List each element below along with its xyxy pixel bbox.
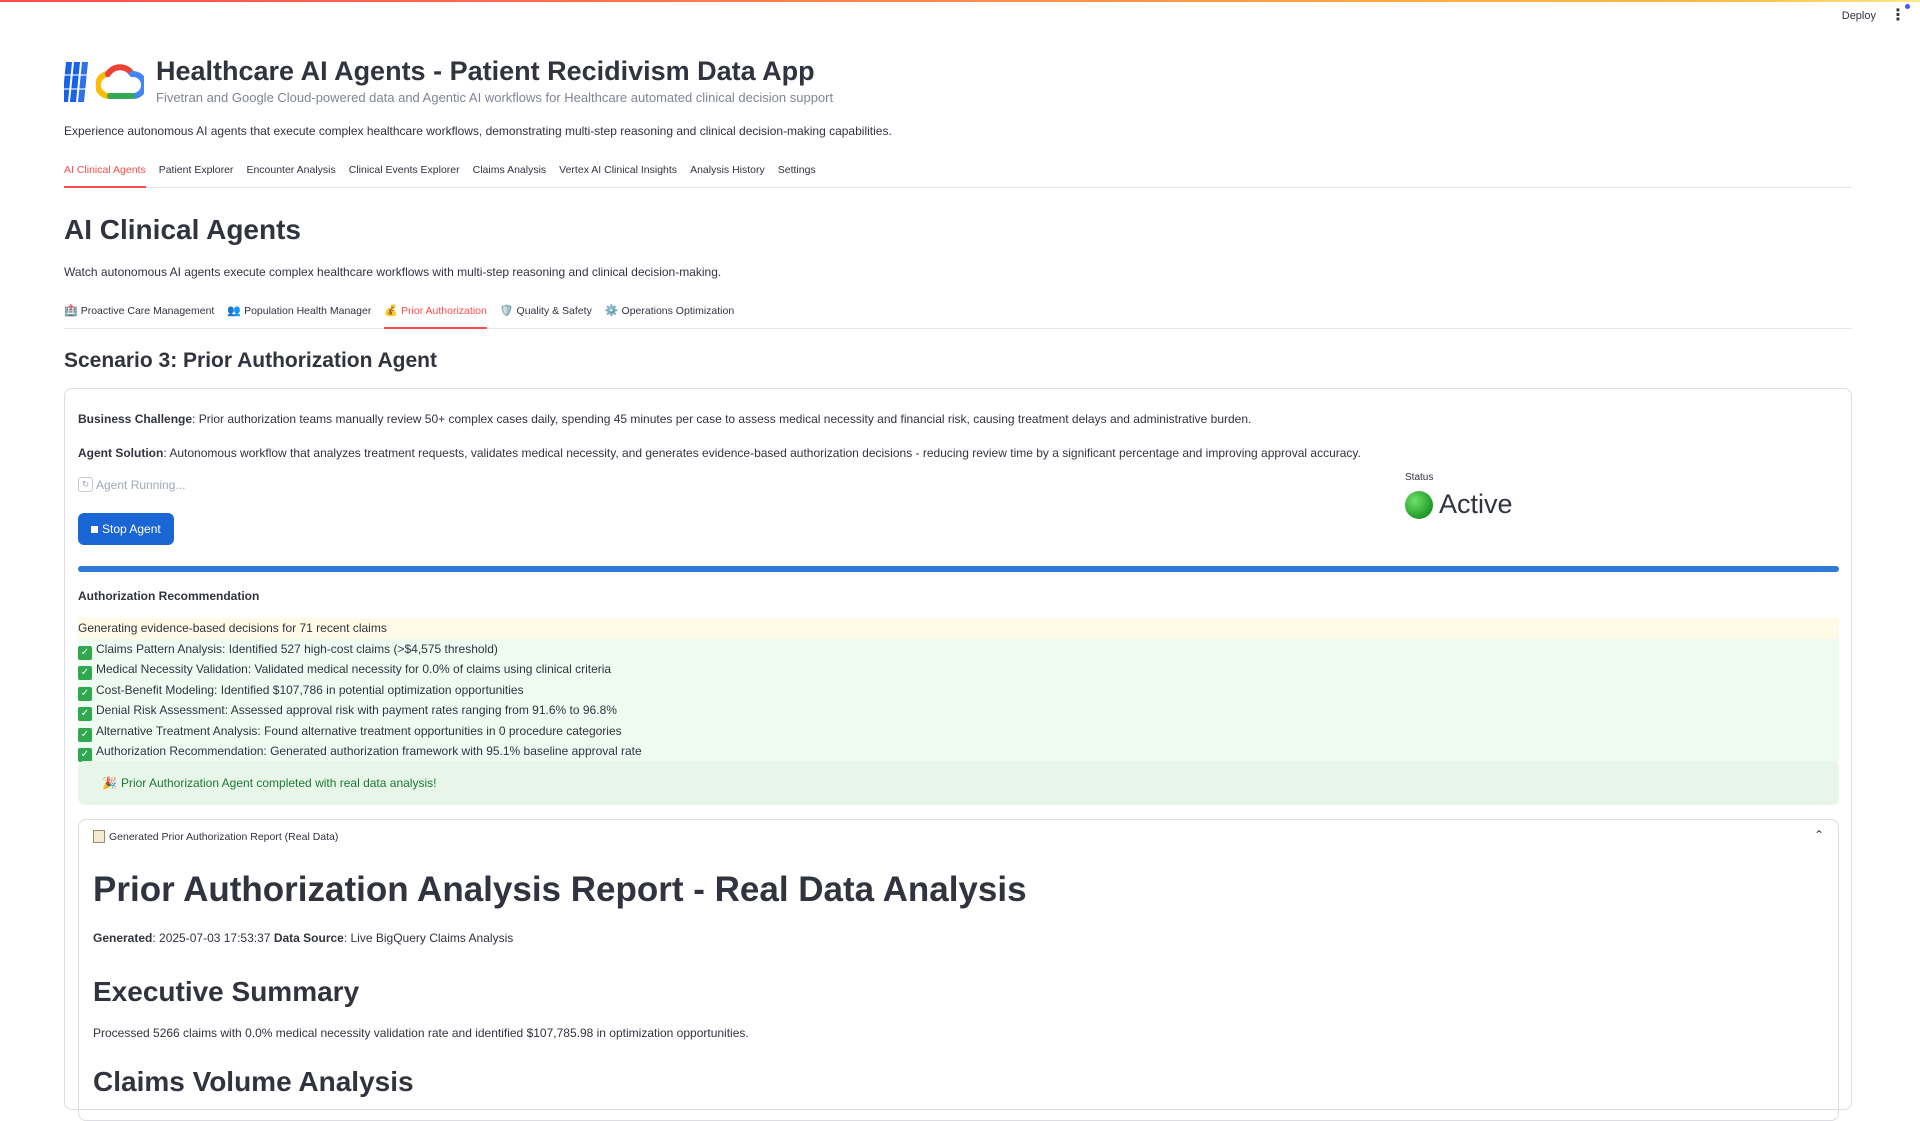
- check-icon: ✓: [78, 645, 92, 660]
- check-icon: ✓: [78, 748, 92, 762]
- log-step: ✓ Authorization Recommendation: Generated…: [78, 741, 1839, 762]
- chevron-up-icon[interactable]: ⌃: [1814, 828, 1824, 842]
- log-in-progress: Generating evidence-based decisions for …: [78, 618, 1839, 639]
- agent-solution: Agent Solution: Autonomous workflow that…: [78, 446, 1361, 460]
- recommendation-heading: Authorization Recommendation: [78, 589, 260, 603]
- log-step: ✓ Medical Necessity Validation: Validated…: [78, 659, 1839, 680]
- report-expander: Generated Prior Authorization Report (Re…: [78, 819, 1839, 1121]
- green-circle-icon: [1405, 490, 1433, 519]
- check-icon: ✓: [78, 666, 92, 680]
- agent-progress-bar: [78, 566, 1839, 572]
- status-metric: Status Active: [1405, 472, 1513, 520]
- status-value: Active: [1439, 489, 1513, 519]
- main-tab-bar: AI Clinical Agents Patient Explorer Enco…: [64, 158, 1852, 188]
- stop-agent-button[interactable]: Stop Agent: [78, 513, 174, 545]
- status-label: Status: [1405, 472, 1434, 483]
- tab-encounter-analysis[interactable]: Encounter Analysis: [246, 158, 335, 187]
- success-message: 🎉 Prior Authorization Agent completed wi…: [78, 761, 1839, 805]
- tab-operations-optimization[interactable]: ⚙️ Operations Optimization: [605, 298, 734, 328]
- app-toolbar: Deploy ⋮: [1842, 4, 1910, 24]
- page-description: Watch autonomous AI agents execute compl…: [64, 265, 722, 279]
- report-title: Prior Authorization Analysis Report - Re…: [93, 870, 1027, 909]
- claims-volume-heading: Claims Volume Analysis: [93, 1066, 414, 1097]
- app-title: Healthcare AI Agents - Patient Recidivis…: [156, 56, 815, 86]
- log-step: ✓ Denial Risk Assessment: Assessed approv…: [78, 700, 1839, 721]
- check-icon: ✓: [78, 686, 92, 701]
- scenario-card: Business Challenge: Prior authorization …: [64, 388, 1852, 1121]
- business-challenge: Business Challenge: Prior authorization …: [78, 412, 1252, 426]
- gear-icon: ⚙️: [604, 305, 619, 317]
- tab-proactive-care-management[interactable]: 🏥 Proactive Care Management: [64, 298, 214, 328]
- agent-tab-bar: 🏥 Proactive Care Management 👥 Population H…: [64, 298, 1852, 329]
- tab-ai-clinical-agents[interactable]: AI Clinical Agents: [64, 158, 146, 188]
- page-title: AI Clinical Agents: [64, 214, 302, 245]
- check-icon: ✓: [78, 727, 92, 742]
- tab-analysis-history[interactable]: Analysis History: [690, 158, 765, 187]
- money-bag-icon: 💰: [384, 305, 399, 317]
- executive-summary-heading: Executive Summary: [93, 976, 360, 1007]
- report-expander-header[interactable]: Generated Prior Authorization Report (Re…: [93, 830, 338, 843]
- check-icon: ✓: [78, 707, 92, 721]
- document-icon: [93, 830, 105, 843]
- party-popper-icon: 🎉: [102, 776, 117, 790]
- deploy-button[interactable]: Deploy: [1842, 10, 1876, 22]
- tab-population-health-manager[interactable]: 👥 Population Health Manager: [227, 298, 371, 328]
- tab-prior-authorization[interactable]: 💰 Prior Authorization: [384, 298, 487, 329]
- progress-fill: [78, 566, 1839, 572]
- top-decoration-bar: [0, 0, 1920, 2]
- main-menu-icon[interactable]: ⋮: [1890, 8, 1906, 24]
- app-intro: Experience autonomous AI agents that exe…: [64, 124, 892, 138]
- tab-patient-explorer[interactable]: Patient Explorer: [159, 158, 234, 187]
- people-icon: 👥: [227, 305, 242, 317]
- app-subtitle: Fivetran and Google Cloud-powered data a…: [156, 90, 834, 105]
- tab-vertex-ai-clinical-insights[interactable]: Vertex AI Clinical Insights: [559, 158, 677, 187]
- tab-clinical-events-explorer[interactable]: Clinical Events Explorer: [349, 158, 460, 187]
- fivetran-logo: [64, 62, 90, 102]
- refresh-icon: ↻: [78, 477, 93, 492]
- stop-icon: [91, 525, 98, 533]
- agent-running-indicator: ↻ Agent Running...: [78, 477, 185, 492]
- report-meta: Generated: 2025-07-03 17:53:37 Data Sour…: [93, 931, 514, 945]
- tab-settings[interactable]: Settings: [778, 158, 816, 187]
- status-indicator-dot: [1905, 4, 1910, 9]
- shield-icon: 🛡️: [499, 305, 514, 317]
- tab-quality-safety[interactable]: 🛡️ Quality & Safety: [500, 298, 592, 328]
- app-header: Healthcare AI Agents - Patient Recidivis…: [64, 54, 833, 105]
- google-cloud-logo: [96, 64, 144, 100]
- log-step: ✓ Alternative Treatment Analysis: Found a…: [78, 720, 1839, 742]
- log-step: ✓ Claims Pattern Analysis: Identified 527…: [78, 638, 1839, 660]
- agent-step-log: Generating evidence-based decisions for …: [78, 618, 1839, 762]
- executive-summary-text: Processed 5266 claims with 0.0% medical …: [93, 1026, 749, 1040]
- tab-claims-analysis[interactable]: Claims Analysis: [473, 158, 547, 187]
- scenario-title: Scenario 3: Prior Authorization Agent: [64, 349, 437, 372]
- hospital-icon: 🏥: [64, 305, 78, 317]
- log-step: ✓ Cost-Benefit Modeling: Identified $107,…: [78, 679, 1839, 701]
